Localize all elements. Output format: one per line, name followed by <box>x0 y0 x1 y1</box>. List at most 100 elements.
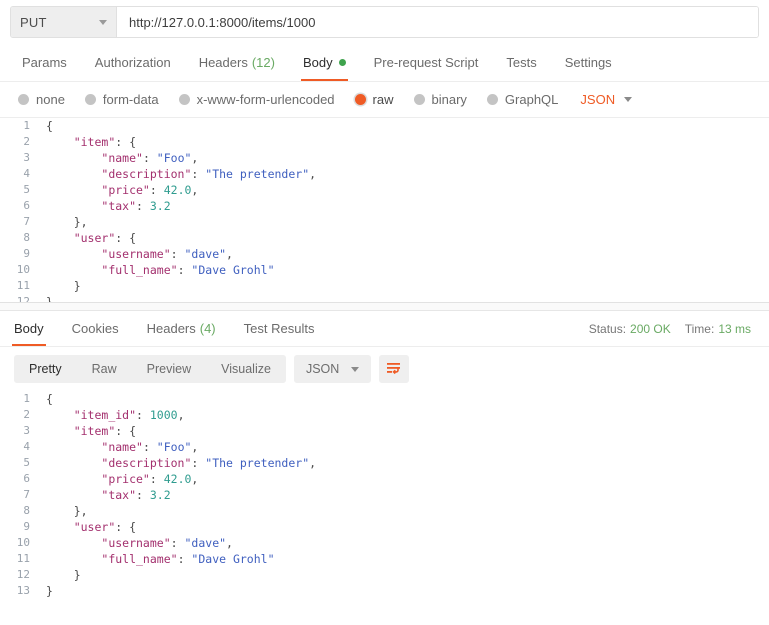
tab-pre-request-script[interactable]: Pre-request Script <box>360 44 493 81</box>
response-view-raw[interactable]: Raw <box>77 355 132 383</box>
body-type-x-www-form-urlencoded[interactable]: x-www-form-urlencoded <box>179 92 335 107</box>
token-pun: : <box>136 199 150 213</box>
response-view-visualize[interactable]: Visualize <box>206 355 286 383</box>
token-key: "full_name" <box>101 552 177 566</box>
token-str: "dave" <box>185 247 227 261</box>
token-num: 3.2 <box>150 199 171 213</box>
code-content: }, <box>40 214 88 230</box>
code-content: "tax": 3.2 <box>40 198 171 214</box>
token-num: 42.0 <box>164 183 192 197</box>
line-number: 4 <box>0 166 40 182</box>
line-number: 13 <box>0 583 40 599</box>
status-value: 200 OK <box>630 322 671 336</box>
response-body-editor[interactable]: 1{2 "item_id": 1000,3 "item": {4 "name":… <box>0 391 769 625</box>
tab-authorization[interactable]: Authorization <box>81 44 185 81</box>
line-number: 3 <box>0 423 40 439</box>
token-pun: } <box>74 568 81 582</box>
line-number: 4 <box>0 439 40 455</box>
line-number: 10 <box>0 262 40 278</box>
body-type-none[interactable]: none <box>18 92 65 107</box>
status-badge: Status: 200 OK <box>589 322 671 336</box>
token-num: 3.2 <box>150 488 171 502</box>
code-line: 2 "item": { <box>0 134 769 150</box>
tab-label: Body <box>14 321 44 336</box>
code-line: 4 "name": "Foo", <box>0 439 769 455</box>
line-number: 7 <box>0 214 40 230</box>
code-content: "price": 42.0, <box>40 471 198 487</box>
line-number: 9 <box>0 246 40 262</box>
button-label: Preview <box>147 362 191 376</box>
code-line: 10 "username": "dave", <box>0 535 769 551</box>
response-view-preview[interactable]: Preview <box>132 355 206 383</box>
response-view-pretty[interactable]: Pretty <box>14 355 77 383</box>
code-content: "user": { <box>40 519 136 535</box>
body-type-label: form-data <box>103 92 159 107</box>
button-label: Pretty <box>29 362 62 376</box>
token-pun: : <box>191 456 205 470</box>
code-content: "description": "The pretender", <box>40 455 316 471</box>
tab-count: (12) <box>252 55 275 70</box>
response-format-select[interactable]: JSON <box>294 355 371 383</box>
response-toolbar: Pretty Raw Preview Visualize JSON <box>0 347 769 391</box>
url-bar-group: PUT http://127.0.0.1:8000/items/1000 <box>10 6 759 38</box>
code-line: 3 "name": "Foo", <box>0 150 769 166</box>
response-tab-bar: Body CookiesHeaders(4)Test Results Status… <box>0 311 769 347</box>
token-pun: : <box>136 408 150 422</box>
body-type-raw[interactable]: raw <box>355 92 394 107</box>
url-input[interactable]: http://127.0.0.1:8000/items/1000 <box>117 7 758 37</box>
tab-body[interactable]: Body <box>289 44 360 81</box>
panel-divider-handle[interactable] <box>0 303 769 311</box>
code-content: "username": "dave", <box>40 535 233 551</box>
token-key: "price" <box>101 472 149 486</box>
line-number: 10 <box>0 535 40 551</box>
token-pun: : { <box>115 135 136 149</box>
response-tab-headers[interactable]: Headers(4) <box>133 311 230 346</box>
token-pun: , <box>226 247 233 261</box>
token-pun: : <box>143 440 157 454</box>
code-line: 4 "description": "The pretender", <box>0 166 769 182</box>
response-meta: Status:200 OK Time:13 ms <box>589 311 765 346</box>
code-line: 12} <box>0 294 769 302</box>
line-number: 5 <box>0 455 40 471</box>
request-body-editor[interactable]: 1{2 "item": {3 "name": "Foo",4 "descript… <box>0 118 769 302</box>
code-line: 7 "tax": 3.2 <box>0 487 769 503</box>
line-number: 12 <box>0 294 40 302</box>
code-content: "full_name": "Dave Grohl" <box>40 551 275 567</box>
token-pun: : <box>178 263 192 277</box>
body-type-graphql[interactable]: GraphQL <box>487 92 558 107</box>
time-value: 13 ms <box>718 322 751 336</box>
line-number: 3 <box>0 150 40 166</box>
token-pun: : <box>178 552 192 566</box>
token-pun: } <box>46 584 53 598</box>
tab-label: Pre-request Script <box>374 55 479 70</box>
line-number: 9 <box>0 519 40 535</box>
body-present-dot-icon <box>339 59 346 66</box>
response-tab-cookies[interactable]: Cookies <box>58 311 133 346</box>
body-type-label: binary <box>432 92 467 107</box>
body-type-label: x-www-form-urlencoded <box>197 92 335 107</box>
response-tab-test-results[interactable]: Test Results <box>230 311 329 346</box>
radio-icon <box>18 94 29 105</box>
request-tab-bar: ParamsAuthorizationHeaders(12)Body Pre-re… <box>0 44 769 82</box>
token-str: "Foo" <box>157 151 192 165</box>
word-wrap-icon[interactable] <box>379 355 409 383</box>
line-number: 8 <box>0 230 40 246</box>
line-number: 8 <box>0 503 40 519</box>
line-number: 5 <box>0 182 40 198</box>
code-line: 6 "tax": 3.2 <box>0 198 769 214</box>
tab-params[interactable]: Params <box>8 44 81 81</box>
token-pun: , <box>191 183 198 197</box>
status-label: Status: <box>589 322 626 336</box>
token-pun: : { <box>115 520 136 534</box>
http-method-select[interactable]: PUT <box>11 7 117 37</box>
token-pun: } <box>74 279 81 293</box>
token-pun: } <box>46 295 53 302</box>
line-number: 1 <box>0 118 40 134</box>
body-type-form-data[interactable]: form-data <box>85 92 159 107</box>
body-type-binary[interactable]: binary <box>414 92 467 107</box>
tab-settings[interactable]: Settings <box>551 44 626 81</box>
tab-tests[interactable]: Tests <box>492 44 550 81</box>
response-tab-body[interactable]: Body <box>0 311 58 346</box>
request-body-format-select[interactable]: JSON <box>580 92 632 107</box>
tab-headers[interactable]: Headers(12) <box>185 44 289 81</box>
